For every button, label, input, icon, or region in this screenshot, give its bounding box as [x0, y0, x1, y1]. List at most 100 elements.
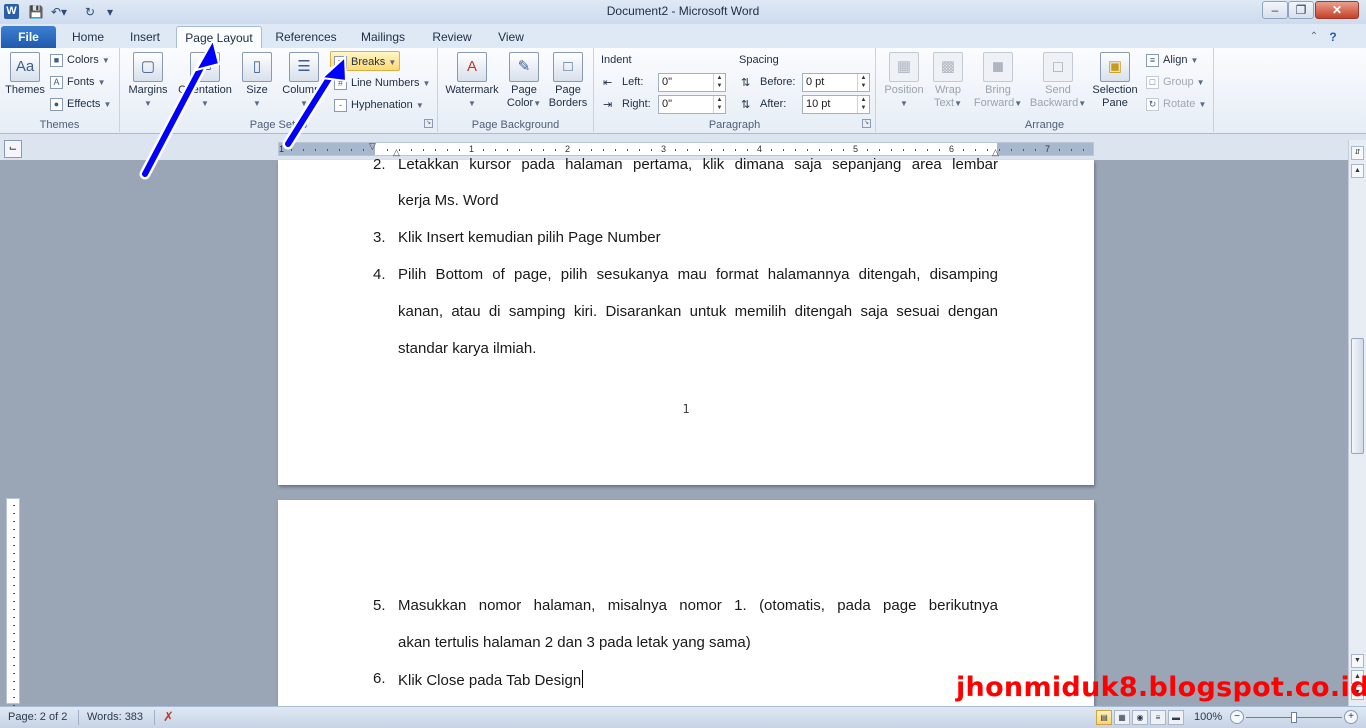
list-text-line: Masukkan nomor halaman, misalnya nomor 1… — [398, 597, 998, 614]
indent-right-spinner-icon[interactable]: ▲ ▼ — [713, 96, 725, 113]
tab-file[interactable]: File — [1, 26, 56, 48]
zoom-out-icon[interactable]: − — [1230, 710, 1244, 724]
ruler-tick — [291, 149, 292, 151]
fonts-label: Fonts — [67, 76, 95, 88]
list-text-line: akan tertulis halaman 2 dan 3 pada letak… — [398, 634, 751, 651]
bring-forward-button[interactable]: ◼ Bring Forward▼ — [970, 52, 1026, 114]
word-count-status[interactable]: Words: 383 — [87, 711, 143, 723]
list-text-line: Klik Close pada Tab Design — [398, 670, 584, 689]
vertical-ruler[interactable] — [6, 498, 20, 706]
spacing-before-input[interactable]: 0 pt ▲ ▼ — [802, 73, 870, 92]
draft-view-icon[interactable]: ▬ — [1168, 710, 1184, 725]
help-icon[interactable]: ? — [1326, 26, 1340, 48]
themes-button[interactable]: Aa Themes — [4, 52, 46, 114]
view-ruler-icon[interactable]: ⇵ — [1351, 146, 1364, 160]
web-layout-view-icon[interactable]: ◉ — [1132, 710, 1148, 725]
indent-left-spinner-icon[interactable]: ▲ ▼ — [713, 74, 725, 91]
page-borders-icon: □ — [553, 52, 583, 82]
indent-left-value: 0" — [662, 76, 673, 88]
ruler-tick — [351, 149, 352, 151]
indent-right-input[interactable]: 0" ▲ ▼ — [658, 95, 726, 114]
wrap-text-label-1: Wrap — [934, 84, 962, 96]
ruler-tick — [531, 149, 532, 151]
columns-button[interactable]: ☰ Columns ▼ — [276, 52, 332, 114]
ruler-tick — [387, 149, 388, 151]
selection-pane-button[interactable]: ▣ Selection Pane — [1090, 52, 1140, 114]
list-text-line: standar karya ilmiah. — [398, 340, 537, 357]
paragraph-launcher-icon[interactable]: ↘ — [862, 119, 871, 128]
breaks-button[interactable]: ≡ Breaks ▼ — [330, 51, 401, 71]
full-screen-reading-view-icon[interactable]: ▦ — [1114, 710, 1130, 725]
ruler-tick — [13, 601, 15, 602]
send-backward-button[interactable]: ◻ Send Backward▼ — [1026, 52, 1090, 114]
size-button[interactable]: ▯ Size ▼ — [240, 52, 274, 114]
page-color-button[interactable]: ✎ Page Color▼ — [504, 52, 544, 114]
page-borders-button[interactable]: □ Page Borders — [546, 52, 590, 114]
orientation-button[interactable]: ▭ Orientation ▼ — [172, 52, 238, 114]
ruler-number: 5 — [853, 144, 859, 154]
tab-insert[interactable]: Insert — [120, 26, 170, 48]
margins-label: Margins — [128, 84, 168, 96]
effects-button[interactable]: ● Effects ▼ — [50, 94, 111, 114]
colors-button[interactable]: ■ Colors ▼ — [50, 50, 110, 70]
zoom-level[interactable]: 100% — [1194, 711, 1222, 723]
hyphenation-button[interactable]: - Hyphenation ▼ — [334, 95, 424, 115]
page-setup-launcher-icon[interactable]: ↘ — [424, 119, 433, 128]
text-cursor — [582, 670, 584, 688]
group-button[interactable]: □ Group ▼ — [1146, 72, 1205, 92]
effects-label: Effects — [67, 98, 101, 110]
outline-view-icon[interactable]: ≡ — [1150, 710, 1166, 725]
breaks-label: Breaks — [351, 56, 386, 68]
tab-home[interactable]: Home — [64, 26, 112, 48]
minimize-button[interactable]: – — [1262, 1, 1288, 19]
rotate-button[interactable]: ↻ Rotate ▼ — [1146, 94, 1206, 114]
wrap-text-button[interactable]: ▩ Wrap Text▼ — [928, 52, 968, 114]
minimize-ribbon-icon[interactable]: ⌃ — [1308, 26, 1320, 48]
tab-references[interactable]: References — [270, 26, 342, 48]
group-themes-label: Themes — [39, 119, 80, 131]
align-button[interactable]: ≡ Align ▼ — [1146, 50, 1198, 70]
group-arrange-label: Arrange — [1024, 119, 1065, 131]
scrollbar-thumb[interactable] — [1351, 338, 1364, 454]
selection-pane-icon: ▣ — [1100, 52, 1130, 82]
tab-view[interactable]: View — [488, 26, 534, 48]
tab-selector-icon[interactable]: ⌙ — [4, 140, 22, 158]
fonts-button[interactable]: A Fonts ▼ — [50, 72, 106, 92]
vertical-scrollbar[interactable]: ⇵ ▲ ▼ ▲ ▼ — [1348, 140, 1366, 706]
margins-icon: ▢ — [133, 52, 163, 82]
spacing-after-input[interactable]: 10 pt ▲ ▼ — [802, 95, 870, 114]
first-line-indent-icon[interactable]: ▽ — [369, 142, 376, 151]
colors-icon: ■ — [50, 53, 63, 67]
ruler-tick — [963, 149, 964, 151]
ruler-tick — [1083, 149, 1084, 151]
tab-review[interactable]: Review — [424, 26, 480, 48]
status-separator — [154, 710, 155, 725]
watermark-button[interactable]: A Watermark ▼ — [442, 52, 502, 114]
scroll-down-icon[interactable]: ▼ — [1351, 654, 1364, 668]
scroll-up-icon[interactable]: ▲ — [1351, 164, 1364, 178]
proofing-icon[interactable]: ✗ — [163, 709, 174, 725]
line-numbers-button[interactable]: # Line Numbers ▼ — [334, 73, 430, 93]
document-page-1[interactable]: 2. Letakkan kursor pada halaman pertama,… — [278, 156, 1094, 485]
zoom-slider-thumb[interactable] — [1291, 712, 1297, 723]
position-button[interactable]: ▦ Position ▼ — [882, 52, 926, 114]
ruler-tick — [915, 149, 916, 151]
list-number: 6. — [373, 670, 386, 687]
tab-page-layout[interactable]: Page Layout — [176, 26, 262, 48]
tab-mailings[interactable]: Mailings — [352, 26, 414, 48]
spacing-after-icon: ⇅ — [741, 99, 751, 111]
spacing-after-spinner-icon[interactable]: ▲ ▼ — [857, 96, 869, 113]
print-layout-view-icon[interactable]: ▤ — [1096, 710, 1112, 725]
spacing-before-spinner-icon[interactable]: ▲ ▼ — [857, 74, 869, 91]
zoom-in-icon[interactable]: + — [1344, 710, 1358, 724]
horizontal-ruler[interactable]: 1 1 2 3 4 5 6 7 ▽ △ △ — [278, 142, 1094, 157]
restore-button[interactable]: ❐ — [1288, 1, 1314, 19]
ruler-tick — [711, 149, 712, 151]
margins-button[interactable]: ▢ Margins ▼ — [126, 52, 170, 114]
ruler-number: 6 — [949, 144, 955, 154]
ruler-tick — [891, 149, 892, 151]
ruler-tick — [879, 149, 880, 151]
page-count-status[interactable]: Page: 2 of 2 — [8, 711, 67, 723]
close-button[interactable]: ✕ — [1315, 1, 1359, 19]
indent-left-input[interactable]: 0" ▲ ▼ — [658, 73, 726, 92]
